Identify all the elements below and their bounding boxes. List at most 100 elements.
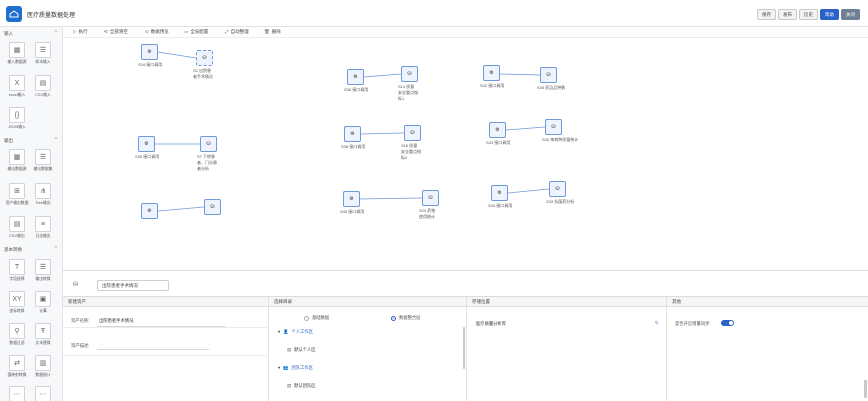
sidebar-item-csv-output[interactable]: ▤ CSV输出	[5, 216, 29, 239]
incremental-sync-toggle[interactable]	[721, 320, 734, 326]
sidebar-item-coord-transform[interactable]: XY 坐标转换	[5, 291, 29, 314]
flow-node-api[interactable]: ⚙ S34 接口调用	[138, 44, 162, 67]
asset-name-input[interactable]: 出院患者手术情况	[99, 318, 133, 324]
folder-icon: ▤	[287, 383, 292, 388]
flow-node-output[interactable]: ⛁ S23 药物使用统计	[419, 190, 439, 219]
radio-selected-icon	[391, 315, 396, 321]
sidebar-item-csv-input[interactable]: ▤ CSV输入	[31, 75, 55, 98]
sidebar-item-text-replace[interactable]: Ŧ 文本替换	[31, 323, 55, 346]
asset-desc-input[interactable]	[97, 349, 209, 350]
sidebar-item-value-mapping[interactable]: ⇄ 值映射转换	[5, 355, 29, 378]
map-icon: ⇄	[9, 355, 25, 371]
sidebar-section-input[interactable]: 输入 ^	[0, 29, 62, 39]
flow-node-api[interactable]: ⚙ S36 接口调用	[344, 69, 368, 92]
sidebar-item-more-2[interactable]: ⋯	[31, 386, 55, 401]
user-icon: 👤	[283, 329, 289, 334]
sidebar-item-data-stats[interactable]: ▥ 数据统计	[31, 355, 55, 378]
refresh-icon[interactable]: ↻	[655, 320, 659, 326]
help-button[interactable]: 帮助	[820, 9, 839, 20]
flow-node-output[interactable]: ⛁ S45 药品品种数	[537, 67, 565, 90]
radio-base-data[interactable]: 基础数据	[304, 315, 329, 321]
asset-node-icon: ⛁	[200, 136, 217, 152]
tree-icon: ⋔	[35, 183, 51, 199]
flow-node-output[interactable]: ⛁ S33 抗菌药分析	[546, 181, 574, 204]
asset-node-icon: ⛁	[196, 50, 213, 66]
sidebar-item-more[interactable]: ⋯	[5, 386, 29, 401]
directory-panel-title: 选择目录	[269, 297, 466, 307]
database-icon: ☰	[35, 149, 51, 165]
text-field-icon: T	[9, 259, 25, 275]
divider	[63, 355, 269, 356]
asset-panel: 新建资产 资产名称: 出院患者手术情况 资产描述:	[63, 297, 269, 401]
location-item[interactable]: 医疗质量分析库	[476, 321, 506, 327]
caret-down-icon: ▾	[278, 329, 281, 334]
xy-icon: XY	[9, 291, 25, 307]
page-scrollbar[interactable]	[864, 380, 867, 398]
flow-node-api[interactable]: ⚙ S43 接口调用	[486, 122, 510, 145]
flow-canvas[interactable]: ⚙ S34 接口调用 ⛁ S2 出院患者手术情况 ⚙ S36 接口调用 ⛁ S14 质量…	[63, 38, 868, 270]
asset-node-icon: ⛁	[204, 199, 221, 215]
sidebar-item-asset-output[interactable]: ⊞ 资产输出数据	[5, 183, 29, 206]
api-node-icon: ⚙	[141, 203, 158, 219]
flow-node-output[interactable]: ⛁	[204, 199, 221, 215]
clear-all-button[interactable]: ⟲ 全部清空	[104, 29, 128, 35]
tree-leaf-team-default[interactable]: ▤ 默认团队区	[287, 383, 316, 389]
sidebar-item-sample-input[interactable]: ☰ 样本输入	[31, 42, 55, 65]
tree-leaf-personal-default[interactable]: ▤ 默认个人区	[287, 347, 316, 353]
radio-integration-layer[interactable]: 数据整合层	[391, 315, 420, 321]
asset-node-icon: ⛁	[422, 190, 439, 206]
global-config-button[interactable]: ▭ 全局配置	[184, 29, 208, 35]
sidebar-section-basic-transform[interactable]: 基本转换 ^	[0, 245, 62, 255]
sidebar-item-excel-input[interactable]: Xexcel输入	[5, 75, 29, 98]
edge-n15-n16	[359, 197, 423, 200]
sidebar-item-tree-output[interactable]: ⋔ Tree输出	[31, 183, 55, 206]
flow-node-output[interactable]: ⛁ S14 质量安全重点指标1	[398, 66, 418, 101]
calc-icon: ▣	[35, 291, 51, 307]
tree-group-team[interactable]: ▾ 👥 团队工作区	[278, 365, 313, 371]
close-button[interactable]: 关闭	[841, 9, 860, 20]
asset-node-icon: ⛁	[549, 181, 566, 197]
top-button-group: 保存 发布 历史 帮助 关闭	[757, 9, 860, 20]
node-config-panels: 新建资产 资产名称: 出院患者手术情况 资产描述: 选择目录 基础数据 数据整合…	[63, 296, 868, 401]
sidebar-item-output-datasource[interactable]: ▦ 输出数据源	[5, 149, 29, 172]
sidebar-item-calc[interactable]: ▣ 计算	[31, 291, 55, 314]
component-sidebar: 输入 ^ ▦ 输入数据源 ☰ 样本输入 Xexcel输入 ▤ CSV输入 {} JSON…	[0, 27, 63, 401]
app-logo-icon	[6, 6, 22, 22]
sidebar-item-output-dataset[interactable]: ☰ 输出数据集	[31, 149, 55, 172]
directory-scrollbar[interactable]	[463, 327, 465, 369]
flow-node-output[interactable]: ⛁ S7 下转患者、门诊患者分析	[197, 136, 217, 171]
flow-node-output[interactable]: ⛁ S2 出院患者手术情况	[193, 50, 213, 79]
delete-button[interactable]: 🗑 删除	[264, 29, 281, 35]
sidebar-item-data-filter[interactable]: ⚲ 数据过滤	[5, 323, 29, 346]
run-button[interactable]: ▷ 执行	[73, 29, 87, 35]
tree-group-personal[interactable]: ▾ 👤 个人工作区	[278, 329, 313, 335]
location-panel: 存储位置 医疗质量分析库 ↻	[467, 297, 667, 401]
flow-node-api[interactable]: ⚙	[141, 203, 158, 219]
save-button[interactable]: 保存	[757, 9, 776, 20]
flow-node-api[interactable]: ⚙ S35 接口调用	[135, 136, 159, 159]
flow-node-output[interactable]: ⛁ S16 质量安全重点指标2	[401, 125, 421, 160]
publish-button[interactable]: 发布	[778, 9, 797, 20]
auto-arrange-button[interactable]: ⤢ 自动整理	[225, 29, 249, 35]
chart-icon: ▥	[35, 355, 51, 371]
caret-down-icon: ▾	[278, 365, 281, 370]
flow-node-api[interactable]: ⚙ S40 接口调用	[340, 191, 364, 214]
flow-node-api[interactable]: ⚙ S38 接口调用	[341, 126, 365, 149]
data-preview-button[interactable]: ⊙ 数据预览	[145, 29, 169, 35]
sidebar-item-output-transform[interactable]: ☰ 输出转换	[31, 259, 55, 282]
arrange-icon: ⤢	[225, 29, 229, 34]
text-replace-icon: Ŧ	[35, 323, 51, 339]
selected-node-input[interactable]: 出院患者手术情况	[97, 280, 169, 291]
config-icon: ▭	[184, 29, 189, 34]
sidebar-section-output[interactable]: 输出 ^	[0, 136, 62, 146]
history-button[interactable]: 历史	[799, 9, 818, 20]
clear-icon: ⟲	[104, 29, 108, 34]
sidebar-item-json-input[interactable]: {} JSON输入	[5, 107, 29, 130]
flow-node-output[interactable]: ⛁ S30 单病种质量统计	[542, 119, 578, 142]
flow-node-api[interactable]: ⚙ S44 接口调用	[488, 185, 512, 208]
sidebar-item-input-datasource[interactable]: ▦ 输入数据源	[5, 42, 29, 65]
asset-panel-title: 新建资产	[63, 297, 268, 307]
sidebar-item-log-output[interactable]: ≡ 日志输出	[31, 216, 55, 239]
sidebar-item-field-select[interactable]: T 字段选择	[5, 259, 29, 282]
flow-node-api[interactable]: ⚙ S42 接口调用	[480, 65, 504, 88]
